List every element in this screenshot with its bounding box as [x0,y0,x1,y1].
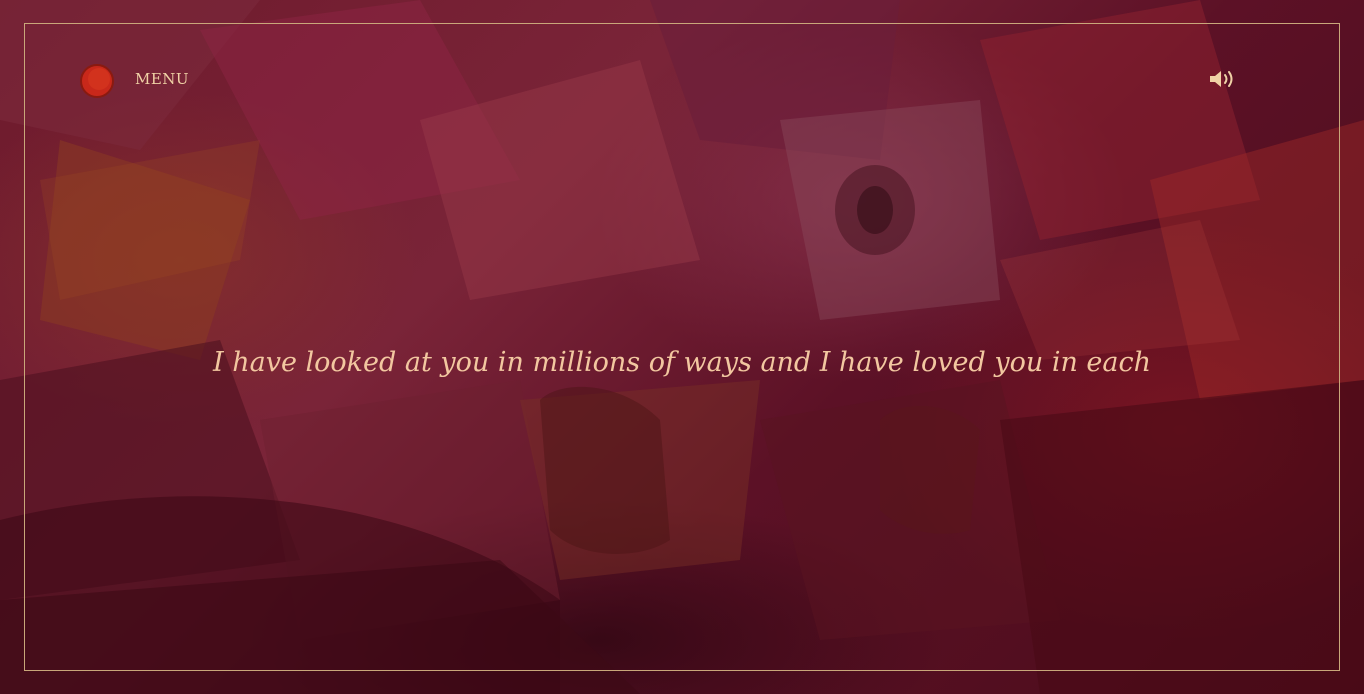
menu-button[interactable]: MENU [135,70,189,88]
speaker-volume-icon[interactable] [1208,68,1236,90]
hero-quote: I have looked at you in millions of ways… [212,347,1152,378]
hero-stage: MENU I have looked at you in millions of… [0,0,1364,694]
red-circle-logo-icon[interactable] [79,63,115,99]
